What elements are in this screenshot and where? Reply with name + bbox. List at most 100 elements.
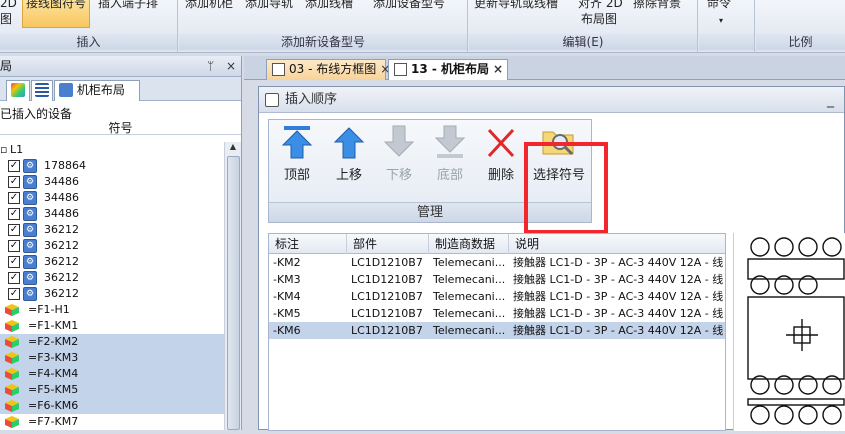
checkbox[interactable]: ✓ — [8, 176, 20, 188]
checkbox[interactable]: ✓ — [8, 240, 20, 252]
grid-row[interactable]: -KM2 LC1D1210B7 Telemecani... 接触器 LC1-D - 3… — [269, 254, 725, 271]
move-up-button[interactable]: 上移 — [325, 124, 373, 186]
move-down-button-label: 下移 — [385, 168, 412, 183]
highlight-box — [524, 142, 608, 234]
ribbon-add-cabinet-button[interactable]: 添加机柜 — [185, 0, 233, 10]
minimize-icon[interactable]: _ — [827, 87, 834, 113]
tab-cabinet-layout-doc-label: 13 - 机柜布局 — [411, 62, 490, 76]
tree-device-row[interactable]: ✓ ⚙ 36212 — [0, 270, 224, 286]
component-cube-icon — [5, 336, 19, 348]
dialog-titlebar: 插入顺序 _ — [259, 87, 844, 113]
ribbon-align-2d-button[interactable]: 对齐 2D — [578, 0, 623, 10]
device-icon: ⚙ — [23, 239, 37, 253]
tree-symbol-row[interactable]: =F1-KM1 — [0, 318, 224, 334]
symbol-label: =F6-KM6 — [28, 399, 79, 412]
tab-wiring-block-diagram[interactable]: 03 - 布线方框图 × — [266, 59, 390, 80]
ribbon-erase-bg-button[interactable]: 擦除背景 — [633, 0, 681, 10]
grid-row[interactable]: -KM3 LC1D1210B7 Telemecani... 接触器 LC1-D - 3… — [269, 271, 725, 288]
bottom-button[interactable]: 底部 — [426, 124, 474, 186]
cube-icon — [11, 83, 25, 97]
grid-row[interactable]: -KM5 LC1D1210B7 Telemecani... 接触器 LC1-D - 3… — [269, 305, 725, 322]
tab-cabinet-layout[interactable]: 机柜布局 — [54, 80, 140, 101]
top-button[interactable]: 顶部 — [273, 124, 321, 186]
tree-device-row[interactable]: ✓ ⚙ 36212 — [0, 238, 224, 254]
device-id-label: 34486 — [44, 175, 79, 188]
checkbox[interactable]: ✓ — [8, 272, 20, 284]
ribbon-insert-terminal-button[interactable]: 插入端子排 — [98, 0, 158, 10]
tab-list[interactable] — [31, 80, 53, 101]
tab-cabinet-layout-doc[interactable]: 13 - 机柜布局 × — [388, 59, 508, 80]
inserted-devices-heading: 已插入的设备 — [0, 107, 73, 121]
device-icon: ⚙ — [23, 255, 37, 269]
ribbon-2d-sub-label: 图 — [0, 12, 13, 26]
col-header-tag[interactable]: 标注 — [269, 234, 347, 254]
ribbon-wiring-symbol-button[interactable]: 接线图符号 — [22, 0, 91, 28]
tree-symbol-row[interactable]: =F1-H1 — [0, 302, 224, 318]
ribbon-group-add-device: 添加机柜 添加导轨 添加线槽 添加设备型号 添加新设备型号 — [179, 0, 468, 53]
scroll-up-icon[interactable]: ▲ — [225, 142, 241, 155]
checkbox[interactable]: ✓ — [8, 288, 20, 300]
vertical-scrollbar[interactable]: ▲ — [224, 142, 241, 430]
tree-device-row[interactable]: ✓ ⚙ 36212 — [0, 222, 224, 238]
device-icon: ⚙ — [23, 287, 37, 301]
device-icon: ⚙ — [23, 223, 37, 237]
grid-cell: Telemecani... — [433, 307, 506, 320]
checkbox[interactable]: ✓ — [8, 208, 20, 220]
checkbox[interactable]: ✓ — [8, 256, 20, 268]
grid-row[interactable]: -KM4 LC1D1210B7 Telemecani... 接触器 LC1-D - 3… — [269, 288, 725, 305]
col-header-manufacturer[interactable]: 制造商数据 — [429, 234, 509, 254]
drawing-icon — [394, 63, 407, 76]
grid-cell: Telemecani... — [433, 273, 506, 286]
grid-cell: LC1D1210B7 — [351, 324, 423, 337]
ribbon-command-button[interactable]: 命令 — [707, 0, 731, 10]
arrow-up-icon — [333, 127, 365, 159]
arrow-bottom-icon — [434, 125, 466, 158]
grid-cell: -KM4 — [273, 290, 301, 303]
symbol-label: =F4-KM4 — [28, 367, 79, 380]
tree-device-row[interactable]: ✓ ⚙ 34486 — [0, 206, 224, 222]
device-id-label: 36212 — [44, 287, 79, 300]
ribbon-2d-button[interactable]: 2D — [0, 0, 17, 10]
ribbon-add-rail-button[interactable]: 添加导轨 — [245, 0, 293, 10]
move-down-button[interactable]: 下移 — [375, 124, 423, 186]
delete-button[interactable]: 删除 — [477, 124, 525, 186]
ribbon-group-label-command — [699, 34, 754, 50]
close-icon[interactable]: × — [493, 62, 503, 76]
checkbox[interactable]: ✓ — [8, 192, 20, 204]
panel-tabs: 机柜布局 — [0, 77, 241, 101]
grid-cell: LC1D1210B7 — [351, 273, 423, 286]
ribbon-add-device-type-button[interactable]: 添加设备型号 — [373, 0, 445, 10]
scrollbar-thumb[interactable] — [227, 156, 240, 430]
tree-symbol-row[interactable]: =F6-KM6 — [0, 398, 224, 414]
tree-device-row[interactable]: ✓ ⚙ 34486 — [0, 190, 224, 206]
tree-symbol-row[interactable]: =F4-KM4 — [0, 366, 224, 382]
tree-symbol-row[interactable]: =F3-KM3 — [0, 350, 224, 366]
tree-symbol-row[interactable]: =F2-KM2 — [0, 334, 224, 350]
tree-device-row[interactable]: ✓ ⚙ 36212 — [0, 286, 224, 302]
grid-cell: 接触器 LC1-D - 3P - AC-3 440V 12A - 线圈 — [513, 290, 723, 303]
tree-device-row[interactable]: ✓ ⚙ 36212 — [0, 254, 224, 270]
tree-device-row[interactable]: ✓ ⚙ 34486 — [0, 174, 224, 190]
grid-cell: 接触器 LC1-D - 3P - AC-3 440V 12A - 线圈 — [513, 307, 723, 320]
ribbon-update-rail-button[interactable]: 更新导轨或线槽 — [474, 0, 558, 10]
col-header-part[interactable]: 部件 — [347, 234, 429, 254]
component-cube-icon — [5, 320, 19, 332]
tree-device-row[interactable]: ✓ ⚙ 178864 — [0, 158, 224, 174]
delete-x-icon — [487, 128, 515, 158]
document-tabs: 03 - 布线方框图 × 13 - 机柜布局 × — [244, 56, 845, 80]
insert-order-dialog: 插入顺序 _ 顶部 上移 下移 底部 删除 选择符号 管理 标注 部件 制造商数… — [258, 86, 845, 431]
tree-symbol-row[interactable]: =F7-KM7 — [0, 414, 224, 430]
checkbox[interactable]: ✓ — [8, 224, 20, 236]
pin-icon[interactable]: ᛘ — [207, 56, 214, 76]
grid-row[interactable]: -KM6 LC1D1210B7 Telemecani... 接触器 LC1-D - 3… — [269, 322, 725, 339]
tree-symbol-row[interactable]: =F5-KM5 — [0, 382, 224, 398]
tab-3d[interactable] — [6, 80, 30, 101]
ribbon-add-duct-button[interactable]: 添加线槽 — [305, 0, 353, 10]
grid-cell: 接触器 LC1-D - 3P - AC-3 440V 12A - 线圈 — [513, 256, 723, 269]
tree-root-l1[interactable]: ▫ L1 — [0, 142, 224, 158]
collapse-icon[interactable]: ▫ — [0, 142, 7, 158]
close-icon[interactable]: × — [226, 56, 236, 76]
checkbox[interactable]: ✓ — [8, 160, 20, 172]
col-header-description[interactable]: 说明 — [509, 234, 727, 254]
chevron-down-icon[interactable]: ▾ — [719, 14, 723, 28]
